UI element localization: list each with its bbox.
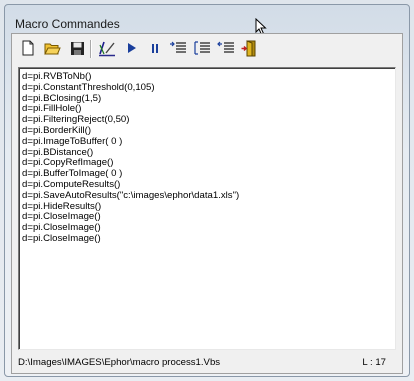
- indent-list-icon[interactable]: [168, 38, 188, 58]
- edit-macro-icon[interactable]: [97, 38, 117, 58]
- line-number-label: L : 17: [362, 357, 386, 368]
- file-path-label: D:\Images\IMAGES\Ephor\macro process1.Vb…: [18, 357, 221, 368]
- open-folder-icon[interactable]: [42, 38, 62, 58]
- window-title: Macro Commandes: [15, 17, 120, 31]
- exit-door-icon[interactable]: [239, 38, 259, 58]
- macro-panel: d=pi.RVBToNb() d=pi.ConstantThreshold(0,…: [11, 33, 403, 374]
- save-disk-icon[interactable]: [67, 38, 87, 58]
- outdent-list-icon[interactable]: [192, 38, 212, 58]
- code-line: d=pi.SaveAutoResults("c:\images\ephor\da…: [22, 189, 240, 201]
- window-background: Macro Commandes d=pi.RVBToNb() d=pi.Cons…: [0, 0, 414, 381]
- toolbar-separator: [90, 40, 92, 58]
- macro-code-editor[interactable]: d=pi.RVBToNb() d=pi.ConstantThreshold(0,…: [18, 67, 396, 350]
- play-icon[interactable]: [122, 38, 142, 58]
- code-lines: d=pi.RVBToNb() d=pi.ConstantThreshold(0,…: [20, 71, 240, 245]
- insert-list-icon[interactable]: [216, 38, 236, 58]
- status-bar: D:\Images\IMAGES\Ephor\macro process1.Vb…: [18, 356, 396, 371]
- new-file-icon[interactable]: [18, 38, 38, 58]
- pause-icon[interactable]: [145, 38, 165, 58]
- code-line: d=pi.CloseImage(): [22, 232, 101, 244]
- code-line: d=pi.ImageToBuffer( 0 ): [22, 135, 123, 147]
- code-line: d=pi.ConstantThreshold(0,105): [22, 81, 155, 93]
- toolbar: [18, 38, 398, 60]
